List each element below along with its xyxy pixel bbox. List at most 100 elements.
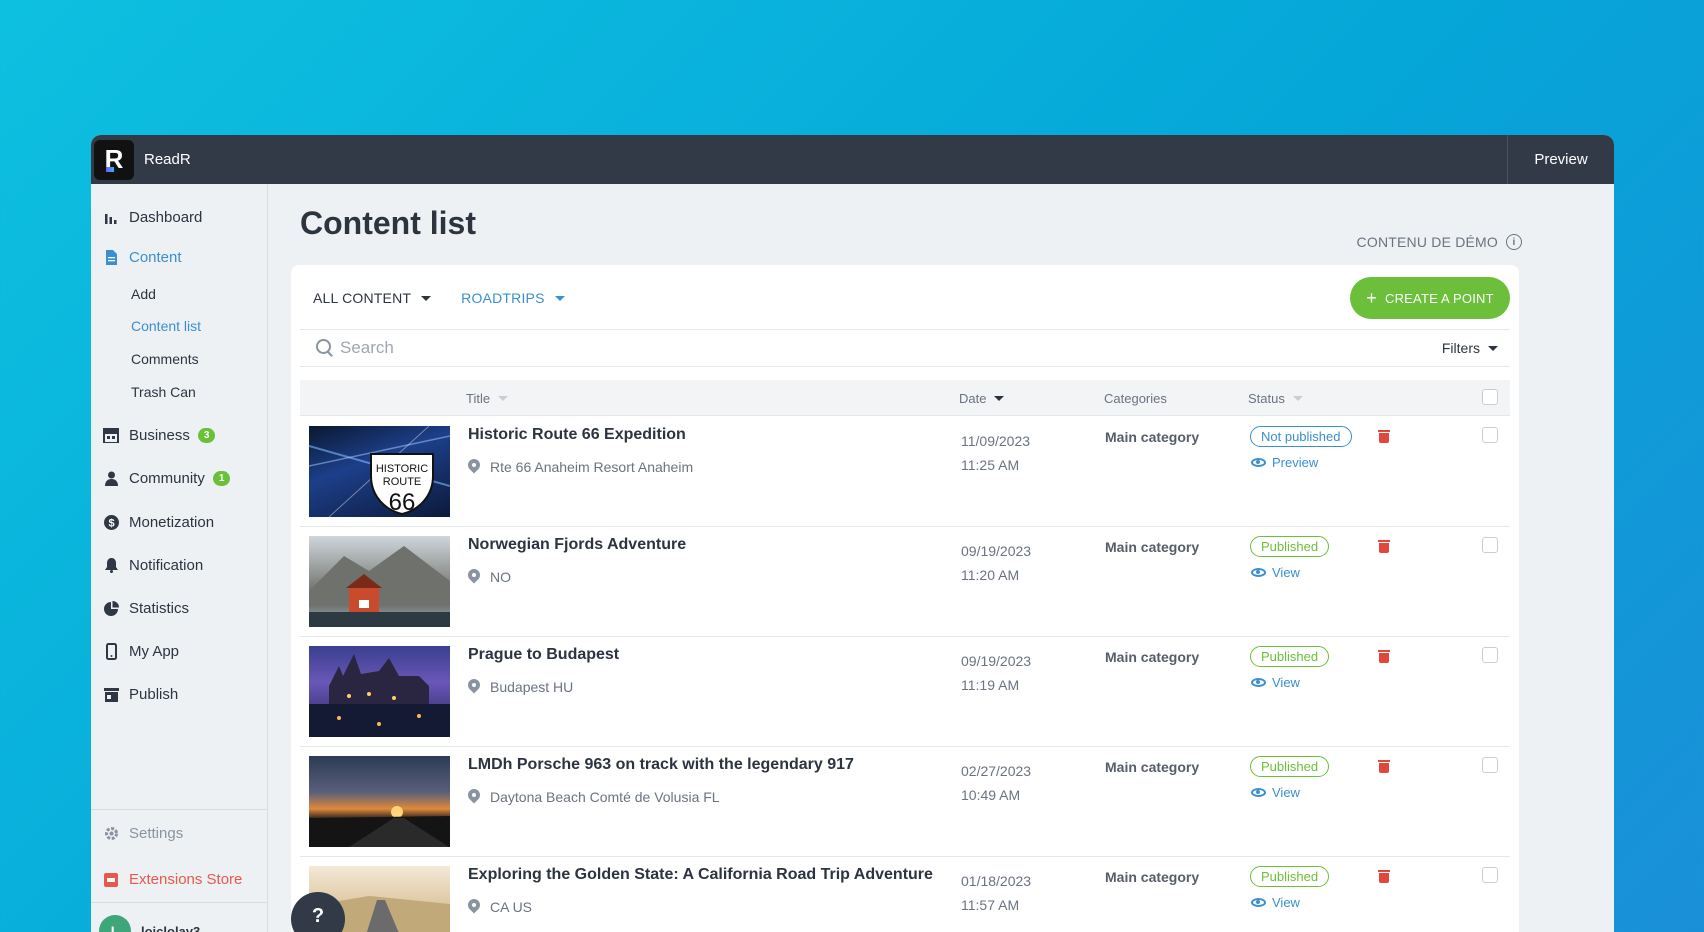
row-checkbox[interactable] bbox=[1482, 427, 1498, 443]
sidebar-subitem-add[interactable]: Add bbox=[131, 286, 156, 302]
row-checkbox[interactable] bbox=[1482, 647, 1498, 663]
row-title[interactable]: LMDh Porsche 963 on track with the legen… bbox=[468, 756, 854, 774]
row-title[interactable]: Norwegian Fjords Adventure bbox=[468, 536, 686, 554]
row-title[interactable]: Prague to Budapest bbox=[468, 646, 619, 664]
thumbnail-image[interactable] bbox=[309, 536, 450, 627]
row-location: Budapest HU bbox=[468, 679, 573, 695]
row-location: Daytona Beach Comté de Volusia FL bbox=[468, 789, 720, 805]
table-header: Title Date Categories Status bbox=[300, 380, 1510, 416]
thumbnail-image[interactable] bbox=[309, 756, 450, 847]
sidebar-item-publish[interactable]: Publish bbox=[103, 686, 178, 703]
table-row[interactable]: Exploring the Golden State: A California… bbox=[300, 857, 1510, 932]
sidebar-subitem-comments[interactable]: Comments bbox=[131, 351, 199, 367]
row-checkbox[interactable] bbox=[1482, 757, 1498, 773]
sidebar-divider bbox=[91, 809, 268, 810]
filters-dropdown[interactable]: Filters bbox=[1442, 340, 1498, 356]
app-logo[interactable]: R bbox=[94, 139, 134, 180]
info-icon[interactable]: i bbox=[1506, 234, 1522, 250]
location-pin-icon bbox=[468, 679, 480, 695]
row-location: Rte 66 Anaheim Resort Anaheim bbox=[468, 459, 693, 475]
sidebar-item-settings[interactable]: Settings bbox=[103, 825, 183, 842]
location-text: CA US bbox=[490, 899, 533, 915]
tab-roadtrips[interactable]: ROADTRIPS bbox=[461, 290, 565, 306]
status-badge[interactable]: Published bbox=[1250, 866, 1330, 887]
preview-button[interactable]: Preview bbox=[1507, 135, 1614, 184]
sidebar-item-label: Publish bbox=[129, 686, 179, 703]
row-title[interactable]: Historic Route 66 Expedition bbox=[468, 426, 686, 444]
date-value: 11/09/2023 bbox=[961, 433, 1031, 449]
column-title[interactable]: Title bbox=[466, 391, 509, 406]
link-label: View bbox=[1272, 785, 1300, 800]
column-status[interactable]: Status bbox=[1248, 391, 1303, 406]
column-label: Categories bbox=[1104, 391, 1167, 406]
sidebar-item-monetization[interactable]: $ Monetization bbox=[103, 514, 214, 531]
trash-icon[interactable] bbox=[1378, 428, 1390, 443]
trash-icon[interactable] bbox=[1378, 868, 1390, 883]
row-checkbox[interactable] bbox=[1482, 537, 1498, 553]
view-link[interactable]: View bbox=[1251, 785, 1300, 800]
sidebar-item-content[interactable]: Content bbox=[103, 249, 182, 266]
user-icon bbox=[103, 471, 119, 487]
trash-icon[interactable] bbox=[1378, 648, 1390, 663]
sidebar-item-label: My App bbox=[129, 643, 180, 660]
thumbnail-image[interactable] bbox=[309, 646, 450, 737]
trash-icon[interactable] bbox=[1378, 538, 1390, 553]
row-location: CA US bbox=[468, 899, 532, 915]
logo-letter: R bbox=[104, 144, 124, 174]
table-row[interactable]: Prague to Budapest Budapest HU 09/19/202… bbox=[300, 637, 1510, 747]
view-link[interactable]: View bbox=[1251, 565, 1300, 580]
sidebar-item-label: Extensions Store bbox=[129, 871, 243, 888]
filters-label: Filters bbox=[1441, 340, 1480, 356]
location-text: Budapest HU bbox=[490, 679, 574, 695]
count-badge: 3 bbox=[197, 428, 216, 443]
view-link[interactable]: View bbox=[1251, 675, 1300, 690]
time-value: 10:49 AM bbox=[961, 787, 1021, 803]
sidebar-item-statistics[interactable]: Statistics bbox=[103, 600, 189, 617]
sidebar-subitem-trash-can[interactable]: Trash Can bbox=[131, 384, 196, 400]
svg-text:$: $ bbox=[108, 518, 114, 530]
top-bar: R ReadR Preview bbox=[91, 135, 1614, 184]
bell-icon bbox=[103, 558, 119, 574]
trash-icon[interactable] bbox=[1378, 758, 1390, 773]
column-date[interactable]: Date bbox=[959, 391, 1005, 406]
svg-text:HISTORIC: HISTORIC bbox=[376, 463, 428, 475]
status-badge[interactable]: Published bbox=[1250, 756, 1330, 777]
row-title[interactable]: Exploring the Golden State: A California… bbox=[468, 866, 933, 884]
sidebar-item-community[interactable]: Community 1 bbox=[103, 470, 231, 487]
sidebar-item-label: Business bbox=[129, 427, 190, 444]
create-point-button[interactable]: + CREATE A POINT bbox=[1350, 277, 1510, 319]
row-checkbox[interactable] bbox=[1482, 867, 1498, 883]
document-icon bbox=[103, 250, 119, 266]
view-link[interactable]: View bbox=[1251, 895, 1300, 910]
tab-all-content[interactable]: ALL CONTENT bbox=[313, 290, 432, 306]
gear-icon bbox=[103, 826, 119, 842]
search-input[interactable] bbox=[340, 338, 940, 358]
user-profile[interactable]: L loiclolay3 bbox=[99, 915, 200, 932]
row-date: 11/09/2023 11:25 AM bbox=[961, 429, 1030, 477]
chevron-down-icon bbox=[1488, 345, 1498, 351]
table-row[interactable]: Norwegian Fjords Adventure NO 09/19/2023… bbox=[300, 527, 1510, 637]
sidebar-item-my-app[interactable]: My App bbox=[103, 643, 179, 660]
table-row[interactable]: HISTORIC ROUTE 66 Historic Route 66 Expe… bbox=[300, 417, 1510, 527]
sidebar-item-notification[interactable]: Notification bbox=[103, 557, 203, 574]
location-pin-icon bbox=[468, 459, 480, 475]
row-category: Main category bbox=[1105, 869, 1200, 885]
location-pin-icon bbox=[468, 789, 480, 805]
status-badge[interactable]: Published bbox=[1250, 536, 1330, 557]
sidebar-subitem-content-list[interactable]: Content list bbox=[131, 318, 201, 334]
sidebar-item-dashboard[interactable]: Dashboard bbox=[103, 209, 202, 226]
thumbnail-image[interactable]: HISTORIC ROUTE 66 bbox=[309, 426, 450, 517]
sidebar-item-business[interactable]: Business 3 bbox=[103, 427, 216, 444]
sidebar-item-extensions-store[interactable]: Extensions Store bbox=[103, 871, 242, 888]
demo-content-label[interactable]: CONTENU DE DÉMO i bbox=[1357, 234, 1522, 250]
status-badge[interactable]: Not published bbox=[1250, 426, 1352, 447]
time-value: 11:20 AM bbox=[961, 567, 1020, 583]
tab-label: ROADTRIPS bbox=[461, 290, 545, 306]
status-badge[interactable]: Published bbox=[1250, 646, 1330, 667]
location-text: NO bbox=[490, 569, 511, 585]
preview-link[interactable]: Preview bbox=[1251, 455, 1318, 470]
eye-icon bbox=[1251, 568, 1266, 577]
table-row[interactable]: LMDh Porsche 963 on track with the legen… bbox=[300, 747, 1510, 857]
content-card: ALL CONTENT ROADTRIPS + CREATE A POINT F… bbox=[291, 265, 1519, 932]
select-all-checkbox[interactable] bbox=[1482, 389, 1498, 405]
